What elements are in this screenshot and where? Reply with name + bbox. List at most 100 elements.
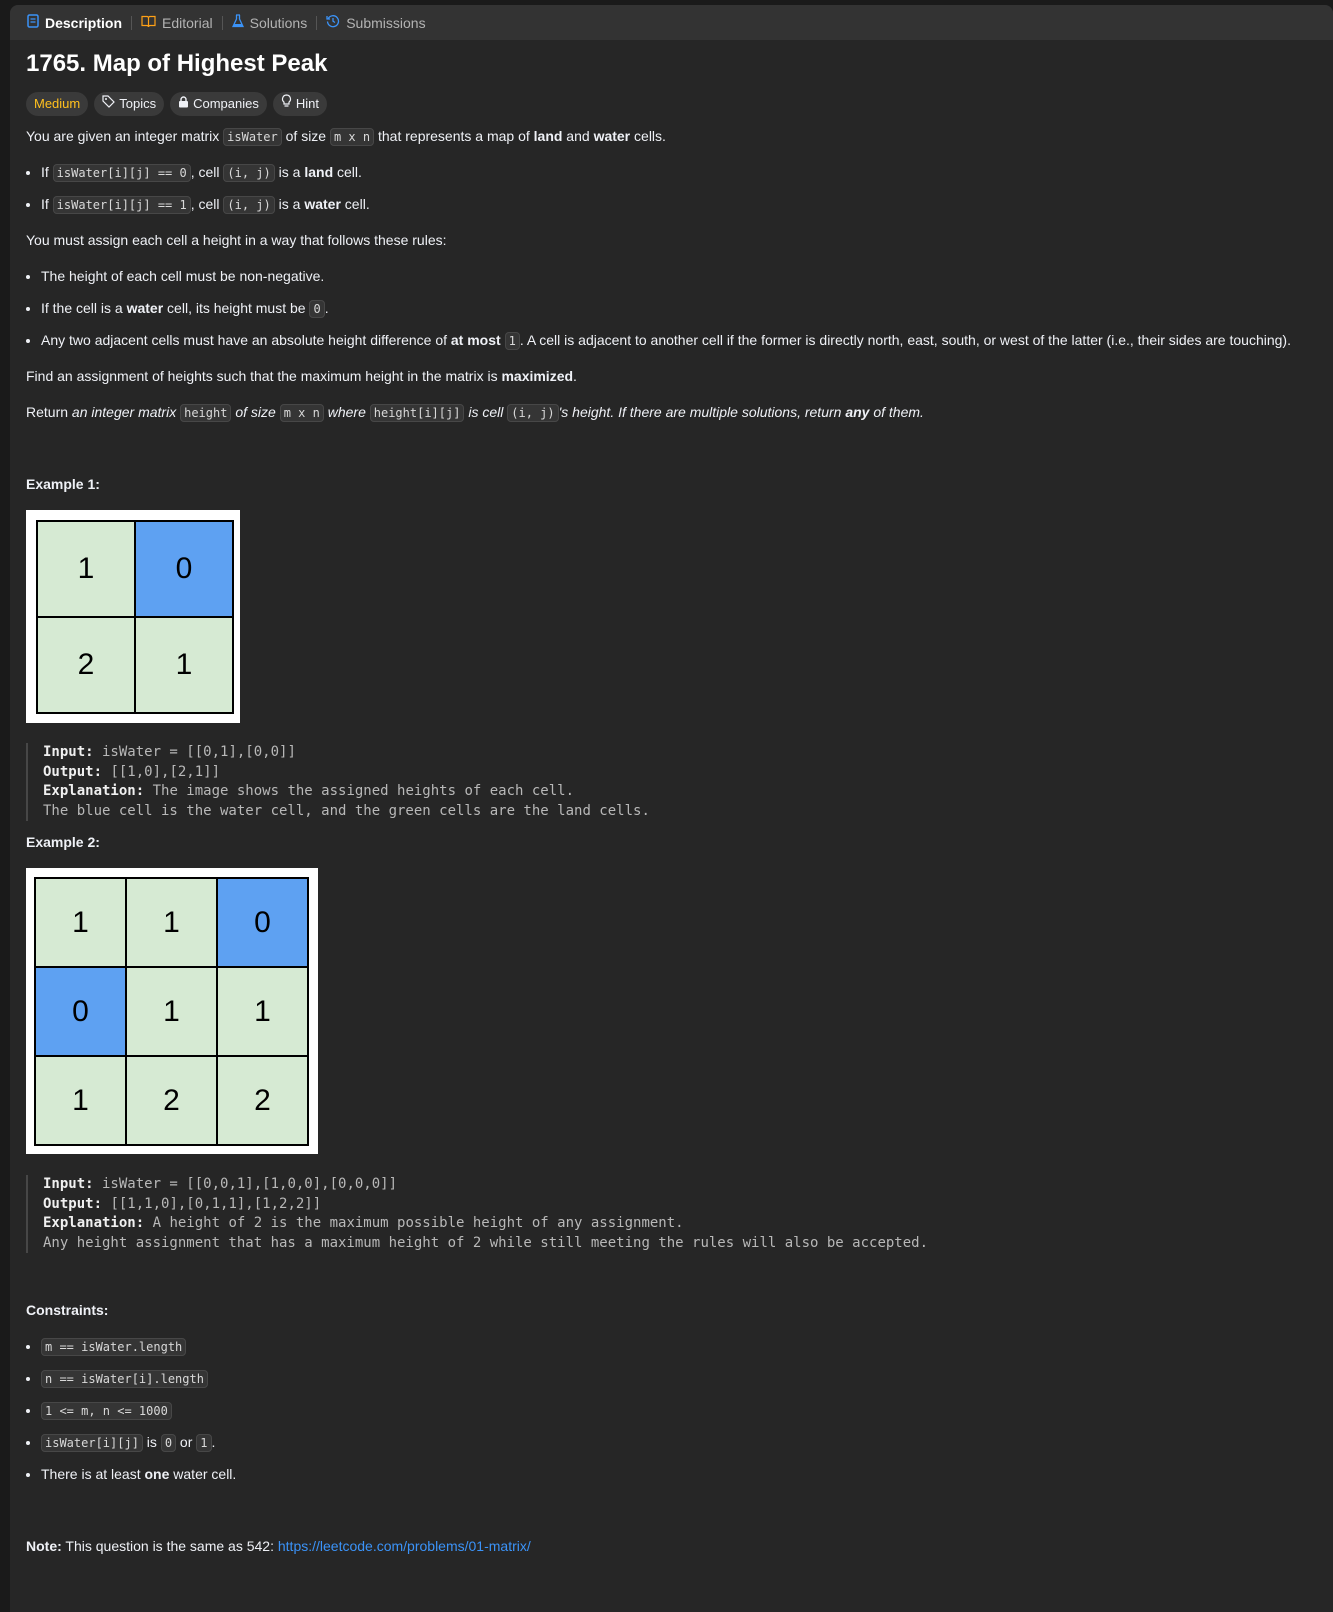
io-value: The blue cell is the water cell, and the… xyxy=(43,802,650,819)
note-link[interactable]: https://leetcode.com/problems/01-matrix/ xyxy=(278,1538,531,1554)
hint-button[interactable]: Hint xyxy=(272,92,327,116)
text: or xyxy=(176,1434,197,1450)
italic-text: is cell xyxy=(464,404,508,420)
text: There is at least xyxy=(41,1466,145,1482)
grid-cell: 1 xyxy=(134,616,234,714)
height-rules-list: The height of each cell must be non-nega… xyxy=(26,266,1331,351)
italic-text: an integer matrix xyxy=(71,404,181,420)
tab-label: Editorial xyxy=(162,14,213,31)
example-2-io: Input: isWater = [[0,0,1],[1,0,0],[0,0,0… xyxy=(26,1175,928,1253)
text: . xyxy=(324,300,329,316)
io-label: Input: xyxy=(43,744,94,760)
inline-code: isWater[i][j] == 0 xyxy=(52,164,191,182)
difficulty-badge: Medium xyxy=(26,92,89,116)
io-label: Output: xyxy=(43,763,103,780)
tab-divider xyxy=(131,15,133,30)
list-item: isWater[i][j] is 0 or 1. xyxy=(41,1432,236,1464)
inline-code: m x n xyxy=(279,404,324,422)
hint-label: Hint xyxy=(295,96,319,111)
example-1-image: 1 0 2 1 xyxy=(26,510,240,723)
history-icon xyxy=(326,14,340,31)
note-paragraph: Note: This question is the same as 542: … xyxy=(26,1536,531,1556)
inline-code: height[i][j] xyxy=(369,404,465,422)
grid-cell: 1 xyxy=(125,877,218,968)
inline-code: isWater[i][j] xyxy=(41,1434,143,1452)
io-value: [[1,0],[2,1]] xyxy=(102,763,221,780)
inline-code: 0 xyxy=(309,300,325,318)
text: , cell xyxy=(190,164,224,180)
tab-solutions[interactable]: Solutions xyxy=(227,5,313,40)
problem-description: 1765. Map of Highest Peak Medium Topics … xyxy=(26,40,1317,1554)
io-label: Explanation: xyxy=(43,783,145,799)
example-2-title: Example 2: xyxy=(26,834,100,850)
grid-cell: 0 xyxy=(34,966,127,1057)
topics-label: Topics xyxy=(119,96,157,111)
text: cell, its height must be xyxy=(163,300,310,316)
list-item: 1 <= m, n <= 1000 xyxy=(41,1400,236,1432)
tab-label: Description xyxy=(45,14,123,31)
inline-code: (i, j) xyxy=(507,404,559,422)
io-value: isWater = [[0,0,1],[1,0,0],[0,0,0]] xyxy=(93,1176,398,1192)
text: . xyxy=(211,1434,216,1450)
grid-cell: 1 xyxy=(34,877,127,968)
tab-label: Solutions xyxy=(249,14,308,31)
tab-bar: Description Editorial Solutions Submissi… xyxy=(10,5,1333,40)
inline-code: 0 xyxy=(160,1434,177,1452)
bold-text: at most xyxy=(450,332,501,348)
italic-text: of them. xyxy=(869,404,924,420)
grid-cell: 1 xyxy=(36,520,136,618)
bold-text: water xyxy=(126,300,164,316)
italic-text: 's height. If there are multiple solutio… xyxy=(558,404,846,420)
bold-text: land xyxy=(304,164,334,180)
text: cell. xyxy=(340,196,370,212)
inline-code: isWater xyxy=(223,128,282,146)
tab-divider xyxy=(316,15,318,30)
example-1-io: Input: isWater = [[0,1],[0,0]] Output: [… xyxy=(26,743,650,821)
inline-code: (i, j) xyxy=(223,164,275,182)
list-item: If isWater[i][j] == 0, cell (i, j) is a … xyxy=(41,162,370,194)
tab-submissions[interactable]: Submissions xyxy=(321,5,430,40)
grid-cell: 2 xyxy=(125,1055,218,1146)
bold-text: water xyxy=(304,196,341,212)
inline-code: height xyxy=(180,404,232,422)
list-item: There is at least one water cell. xyxy=(41,1464,236,1484)
book-icon xyxy=(141,15,156,31)
tab-editorial[interactable]: Editorial xyxy=(136,5,218,40)
text: water cell. xyxy=(169,1466,237,1482)
grid-cell: 2 xyxy=(36,616,136,714)
companies-label: Companies xyxy=(193,96,259,111)
inline-code: m == isWater.length xyxy=(41,1338,187,1356)
bold-text: any xyxy=(845,404,870,420)
inline-code: isWater[i][j] == 1 xyxy=(52,196,191,214)
io-value: [[1,1,0],[0,1,1],[1,2,2]] xyxy=(102,1195,322,1212)
list-item: Any two adjacent cells must have an abso… xyxy=(41,330,1331,351)
list-item: n == isWater[i].length xyxy=(41,1368,236,1400)
text: is a xyxy=(274,196,305,212)
bold-text: one xyxy=(144,1466,170,1482)
inline-code: (i, j) xyxy=(223,196,275,214)
tag-icon xyxy=(102,92,116,116)
tab-description[interactable]: Description xyxy=(22,5,127,40)
list-item: If isWater[i][j] == 1, cell (i, j) is a … xyxy=(41,194,370,215)
inline-code: 1 xyxy=(504,332,520,350)
text: of size xyxy=(281,128,330,144)
rules-intro: You must assign each cell a height in a … xyxy=(26,232,447,248)
example-1-grid: 1 0 2 1 xyxy=(36,520,234,714)
text: If xyxy=(41,196,53,212)
text: , cell xyxy=(190,196,224,212)
text: . xyxy=(573,368,577,384)
inline-code: n == isWater[i].length xyxy=(41,1370,208,1388)
cell-rules-list: If isWater[i][j] == 0, cell (i, j) is a … xyxy=(26,162,370,215)
tab-divider xyxy=(221,15,223,30)
text: . A cell is adjacent to another cell if … xyxy=(519,332,1291,348)
topics-button[interactable]: Topics xyxy=(94,92,165,116)
tab-label: Submissions xyxy=(346,14,426,31)
text: is a xyxy=(274,164,305,180)
io-value: isWater = [[0,1],[0,0]] xyxy=(93,744,296,760)
companies-button[interactable]: Companies xyxy=(170,92,267,116)
lightbulb-icon xyxy=(281,92,292,116)
text: and xyxy=(562,128,594,144)
text xyxy=(501,332,505,348)
bold-text: land xyxy=(533,128,563,144)
example-2-grid: 1 1 0 0 1 1 1 2 2 xyxy=(34,877,309,1146)
